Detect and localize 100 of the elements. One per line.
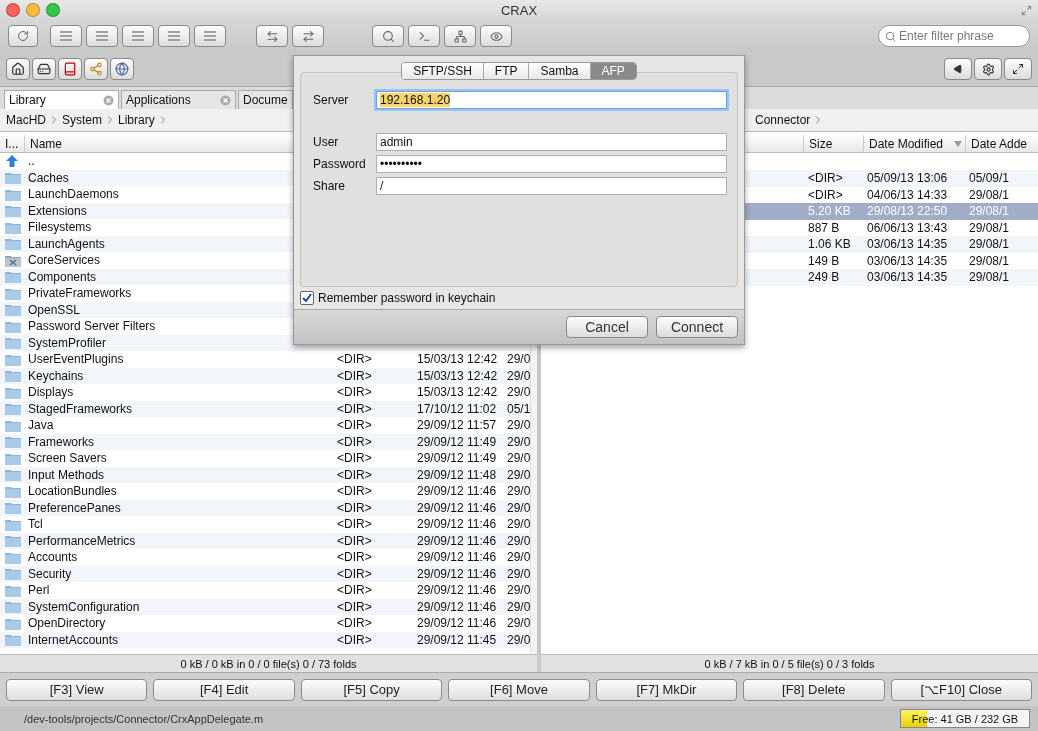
date-modified: 29/09/12 11:46 — [417, 533, 497, 548]
file-size: <DIR> — [337, 368, 372, 383]
folder-icon — [5, 418, 21, 432]
file-size: <DIR> — [337, 599, 372, 614]
column-header[interactable]: Date Adde — [965, 135, 1038, 152]
tab[interactable]: Docume — [238, 90, 293, 109]
selection-button[interactable] — [158, 25, 190, 47]
checkbox-label: Remember password in keychain — [318, 291, 496, 305]
list-icon — [166, 30, 182, 42]
file-name: LaunchAgents — [28, 236, 105, 251]
function-key-button[interactable]: [F8] Delete — [743, 678, 885, 701]
folder-icon — [5, 220, 21, 234]
date-added: 29/0 — [507, 500, 531, 515]
window-title: CRAX — [500, 2, 538, 18]
expand-button[interactable] — [1004, 58, 1032, 80]
file-name: InternetAccounts — [28, 632, 119, 647]
function-key-button[interactable]: [F7] MkDir — [595, 678, 738, 701]
selection-button[interactable] — [194, 25, 226, 47]
breadcrumb-item[interactable]: Library — [118, 113, 155, 127]
tab[interactable]: Applications — [121, 90, 236, 109]
date-modified: 29/09/12 11:46 — [417, 550, 497, 565]
selection-button[interactable] — [86, 25, 118, 47]
share-button[interactable] — [84, 58, 108, 80]
date-added: 29/0 — [507, 517, 531, 532]
close-button[interactable] — [6, 3, 20, 17]
search-button[interactable] — [372, 25, 404, 47]
search-icon — [381, 29, 395, 43]
terminal-button[interactable] — [408, 25, 440, 47]
preview-button[interactable] — [480, 25, 512, 47]
folder-icon — [5, 451, 21, 465]
file-name: Perl — [28, 583, 50, 598]
breadcrumb-item[interactable]: Connector — [755, 113, 811, 127]
column-header[interactable]: I... — [0, 135, 24, 152]
selection-button[interactable] — [122, 25, 154, 47]
protocol-tab[interactable]: FTP — [482, 63, 529, 79]
date-added: 29/0 — [507, 599, 531, 614]
folder-icon — [5, 237, 21, 251]
file-size: <DIR> — [337, 566, 372, 581]
folder-icon — [5, 501, 21, 515]
file-name: SystemConfiguration — [28, 599, 140, 614]
file-name: Input Methods — [28, 467, 105, 482]
function-key-button[interactable]: [⌥F10] Close — [890, 678, 1032, 701]
network-icon — [453, 29, 467, 43]
date-modified: 15/03/13 12:42 — [417, 368, 498, 383]
file-size: <DIR> — [337, 467, 372, 482]
tab[interactable]: Library — [4, 90, 119, 109]
refresh-button[interactable] — [8, 25, 38, 47]
swap-button[interactable] — [256, 25, 288, 47]
minimize-button[interactable] — [26, 3, 40, 17]
function-key-button[interactable]: [F6] Move — [448, 678, 590, 701]
settings-button[interactable] — [974, 58, 1002, 80]
file-size: <DIR> — [337, 533, 372, 548]
folder-icon — [5, 369, 21, 383]
input-field[interactable]: admin — [376, 133, 727, 151]
date-added: 29/0 — [507, 352, 531, 367]
input-field[interactable]: 192.168.1.20 — [376, 91, 727, 109]
function-key-button[interactable]: [F3] View — [6, 678, 148, 701]
dialog-button[interactable]: Connect — [656, 316, 738, 338]
function-key-button[interactable]: [F5] Copy — [300, 678, 443, 701]
file-name: Caches — [28, 170, 69, 185]
date-modified: 29/09/12 11:46 — [417, 599, 497, 614]
folder-icon — [5, 550, 21, 564]
file-size: <DIR> — [337, 517, 372, 532]
folder-icon — [5, 600, 21, 614]
file-size: <DIR> — [337, 583, 372, 598]
breadcrumb-item[interactable]: System — [62, 113, 103, 127]
filter-field[interactable]: Enter filter phrase — [878, 25, 1030, 47]
dialog-button[interactable]: Cancel — [566, 316, 648, 338]
file-name: Screen Savers — [28, 451, 107, 466]
bookmarks-button[interactable] — [58, 58, 82, 80]
folder-icon — [5, 435, 21, 449]
fullscreen-icon[interactable] — [1021, 4, 1032, 16]
file-name: UserEventPlugins — [28, 352, 124, 367]
home-button[interactable] — [6, 58, 30, 80]
column-header[interactable]: Size — [803, 135, 863, 152]
checkbox[interactable] — [300, 291, 314, 305]
globe-button[interactable] — [110, 58, 134, 80]
function-key-button[interactable]: [F4] Edit — [153, 678, 295, 701]
network-button[interactable] — [444, 25, 476, 47]
back-button[interactable] — [944, 58, 972, 80]
sync-button[interactable] — [292, 25, 324, 47]
search-icon — [885, 30, 896, 42]
breadcrumb-item[interactable]: MacHD — [6, 113, 46, 127]
date-added: 29/0 — [507, 467, 531, 482]
zoom-button[interactable] — [46, 3, 60, 17]
book-icon — [63, 62, 77, 76]
home-icon — [11, 62, 25, 76]
selection-button[interactable] — [50, 25, 82, 47]
file-name: Displays — [28, 385, 74, 400]
swap-arrows-icon — [265, 29, 279, 43]
file-name: Java — [28, 418, 54, 433]
column-header[interactable]: Date Modified — [863, 135, 965, 152]
date-modified: 29/09/12 11:46 — [417, 566, 497, 581]
protocol-tab[interactable]: Samba — [528, 63, 590, 79]
input-field[interactable]: / — [376, 177, 727, 195]
drive-button[interactable] — [32, 58, 56, 80]
protocol-tab[interactable]: SFTP/SSH — [402, 63, 483, 79]
field-label: Server — [313, 93, 350, 107]
input-field[interactable]: •••••••••• — [376, 155, 727, 173]
file-name: Frameworks — [28, 434, 94, 449]
